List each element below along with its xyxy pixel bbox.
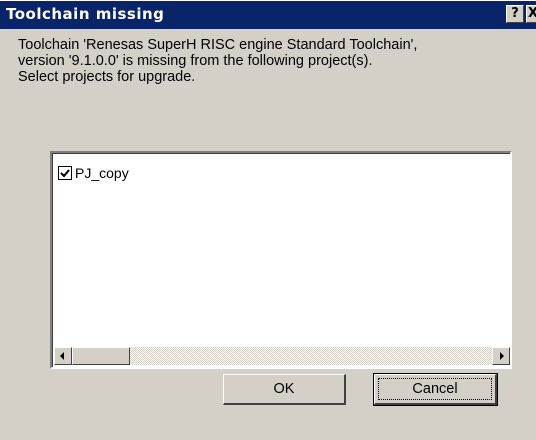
scroll-thumb[interactable] <box>72 347 130 365</box>
cancel-button-label: Cancel <box>378 378 492 400</box>
project-label: PJ_copy <box>75 165 129 181</box>
project-checkbox[interactable] <box>58 166 72 180</box>
message-line-1: Toolchain 'Renesas SuperH RISC engine St… <box>18 37 418 53</box>
project-list[interactable]: PJ_copy <box>50 151 512 369</box>
message-line-2: version '9.1.0.0' is missing from the fo… <box>18 53 373 69</box>
arrow-right-icon <box>500 352 504 360</box>
arrow-left-icon <box>60 352 64 360</box>
message-text: Toolchain 'Renesas SuperH RISC engine St… <box>18 37 534 85</box>
title-bar[interactable]: Toolchain missing ? X <box>0 1 536 29</box>
dialog-title: Toolchain missing <box>6 5 165 23</box>
list-item[interactable]: PJ_copy <box>58 165 129 181</box>
cancel-button[interactable]: Cancel <box>373 373 498 406</box>
scroll-left-button[interactable] <box>54 347 72 365</box>
scroll-right-button[interactable] <box>492 347 510 365</box>
help-button[interactable]: ? <box>506 5 524 23</box>
ok-button[interactable]: OK <box>223 374 346 405</box>
toolchain-missing-dialog: Toolchain missing ? X Toolchain 'Renesas… <box>0 0 536 440</box>
checkmark-icon <box>60 169 70 178</box>
message-line-3: Select projects for upgrade. <box>18 69 196 85</box>
horizontal-scrollbar[interactable] <box>54 347 510 365</box>
close-button[interactable]: X <box>526 5 536 23</box>
